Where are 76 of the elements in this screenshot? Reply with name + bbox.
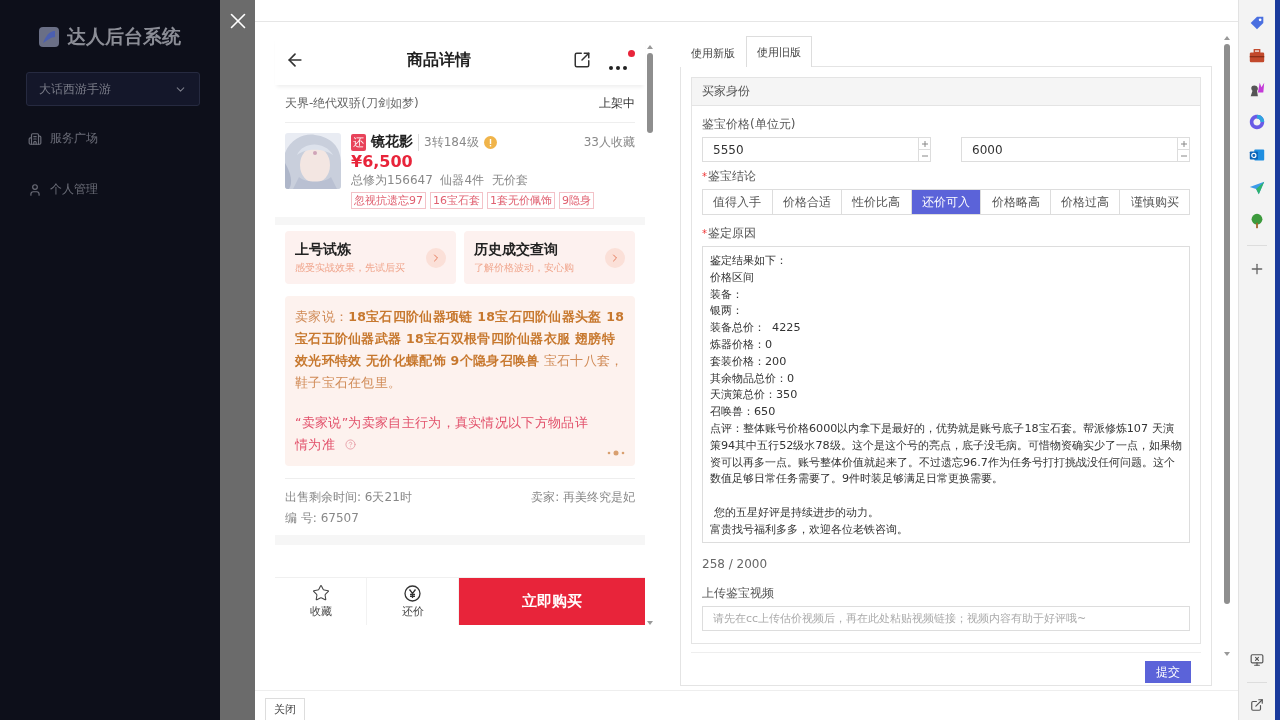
dots-icon bbox=[607, 450, 625, 456]
text-line: 装备总价： 4225 bbox=[710, 320, 802, 337]
text-line: 您的五星好评是持续进步的动力。 bbox=[712, 504, 880, 521]
version-tab[interactable]: 使用旧版 bbox=[746, 36, 812, 67]
toolbox-icon[interactable] bbox=[1248, 47, 1266, 65]
feature-tag: 忽视抗遗忘97 bbox=[351, 192, 426, 209]
text-line: 召唤兽：650 bbox=[710, 404, 777, 421]
action-card[interactable]: 上号试炼 感受实战效果，先试后买 bbox=[285, 231, 456, 284]
increment-icon[interactable] bbox=[919, 138, 930, 149]
price-input[interactable]: 6000 bbox=[961, 137, 1190, 162]
text-line: 银两： bbox=[710, 303, 744, 320]
yen-coin-icon bbox=[404, 584, 421, 602]
sidebar-item[interactable]: 个人管理 bbox=[20, 173, 200, 206]
add-icon[interactable] bbox=[1249, 261, 1265, 277]
text-line: 价格区间 bbox=[710, 269, 755, 286]
reason-field[interactable] bbox=[702, 246, 1190, 543]
tag-icon[interactable] bbox=[1248, 14, 1266, 32]
card-title: 历史成交查询 bbox=[474, 240, 559, 259]
game-select[interactable]: 大话西游手游 bbox=[26, 72, 200, 106]
card-subtitle: 了解价格波动，安心购 bbox=[474, 260, 575, 275]
field-label: 上传鉴宝视频 bbox=[702, 585, 775, 602]
field-label: *鉴宝结论 bbox=[702, 168, 757, 185]
chevron-right-icon bbox=[605, 247, 625, 268]
section-title: 买家身份 bbox=[702, 83, 750, 100]
scrollbar[interactable] bbox=[1222, 36, 1232, 656]
stats-summary: 总修为156647 仙器4件 无价套 bbox=[351, 172, 529, 189]
external-link-icon[interactable] bbox=[1250, 698, 1264, 712]
listing-status: 上架中 bbox=[599, 95, 635, 112]
sidebar-item[interactable]: 服务广场 bbox=[20, 122, 200, 155]
character-level: 3转184级 bbox=[418, 133, 479, 151]
disclaimer: “卖家说”为卖家自主行为，真实情况以下方物品详情为准 bbox=[295, 414, 589, 454]
favorite-count: 33人收藏 bbox=[583, 133, 635, 151]
text-line: 点评：整体账号价格6000以内拿下是最好的，优势就是账号底子18宝石套。帮派修炼107 天演策94其中五行52级水78级。这个是这个号的亮点，底子没毛病。可惜物资确实少了一点，如果物资可以再多一点。账号整体价值就起来了。不过遗忘96.7作为任务号打打挑战没任何问题。这个数值足够日常任务需要了。9件时装足够满足日常更换需要。 bbox=[710, 420, 1182, 488]
action-card[interactable]: 历史成交查询 了解价格波动，安心购 bbox=[464, 231, 635, 284]
feature-tag: 1套无价佩饰 bbox=[487, 192, 555, 209]
server-name: 天界-绝代双骄(刀剑如梦) bbox=[285, 95, 419, 112]
price: ¥6,500 bbox=[351, 152, 414, 171]
buy-now-button[interactable]: 立即购买 bbox=[459, 578, 645, 625]
logo-icon bbox=[39, 27, 59, 47]
text-line: 炼器价格：0 bbox=[710, 337, 774, 353]
screen-icon[interactable] bbox=[1250, 653, 1264, 667]
page-title: 商品详情 bbox=[406, 49, 472, 71]
text-line: 富贵找号福利多多，欢迎各位老铁咨询。 bbox=[710, 521, 909, 538]
text-line: 套装价格：200 bbox=[710, 353, 788, 370]
bargain-badge: 还 bbox=[351, 133, 366, 151]
increment-icon[interactable] bbox=[1178, 138, 1189, 149]
user-icon bbox=[28, 182, 42, 197]
chevron-right-icon bbox=[426, 247, 446, 268]
field-label: 鉴宝价格(单位元) bbox=[702, 116, 797, 133]
seller-name: 卖家: 再美终究是妃 bbox=[531, 489, 635, 506]
card-subtitle: 感受实战效果，先试后买 bbox=[295, 260, 406, 275]
seller-note: 卖家说：18宝石四阶仙器项链 18宝石四阶仙器头盔 18宝石五阶仙器武器 18宝石双根骨四阶仙器衣服 翅膀特效光环特效 无价化蝶配饰 9个隐身召唤兽 宝石十八套，鞋子宝石在包里。 bbox=[295, 308, 625, 392]
character-counter: 258 / 2000 bbox=[702, 557, 769, 571]
text-line: 天演策总价：350 bbox=[710, 387, 799, 404]
feature-tag: 9隐身 bbox=[559, 192, 594, 209]
building-icon bbox=[28, 131, 42, 146]
card-title: 上号试炼 bbox=[295, 240, 352, 259]
feature-tag: 16宝石套 bbox=[430, 192, 483, 209]
submit-button[interactable]: 提交 bbox=[1145, 661, 1191, 683]
more-icon[interactable] bbox=[609, 50, 635, 70]
share-icon[interactable] bbox=[573, 51, 591, 69]
app-title: 达人后台系统 bbox=[67, 24, 181, 49]
close-button[interactable]: 关闭 bbox=[265, 698, 305, 720]
remaining-time: 出售剩余时间: 6天21时 bbox=[285, 489, 412, 506]
field-label: *鉴定原因 bbox=[702, 225, 757, 242]
price-input[interactable]: 5550 bbox=[702, 137, 931, 162]
alert-icon bbox=[483, 135, 497, 149]
text-line: 装备： bbox=[710, 286, 744, 303]
text-line: 鉴定结果如下： bbox=[710, 253, 788, 269]
star-icon bbox=[311, 584, 330, 602]
conclusion-option[interactable]: 还价可入 bbox=[910, 190, 981, 214]
character-name: 镜花影 bbox=[371, 133, 413, 151]
send-icon[interactable] bbox=[1248, 179, 1266, 197]
video-link-field[interactable]: 请先在cc上传估价视频后，再在此处粘贴视频链接；视频内容有助于好评哦~ bbox=[702, 606, 1190, 631]
text-line: 其余物品总价：0 bbox=[710, 370, 796, 387]
listing-number: 编 号: 67507 bbox=[285, 510, 359, 527]
